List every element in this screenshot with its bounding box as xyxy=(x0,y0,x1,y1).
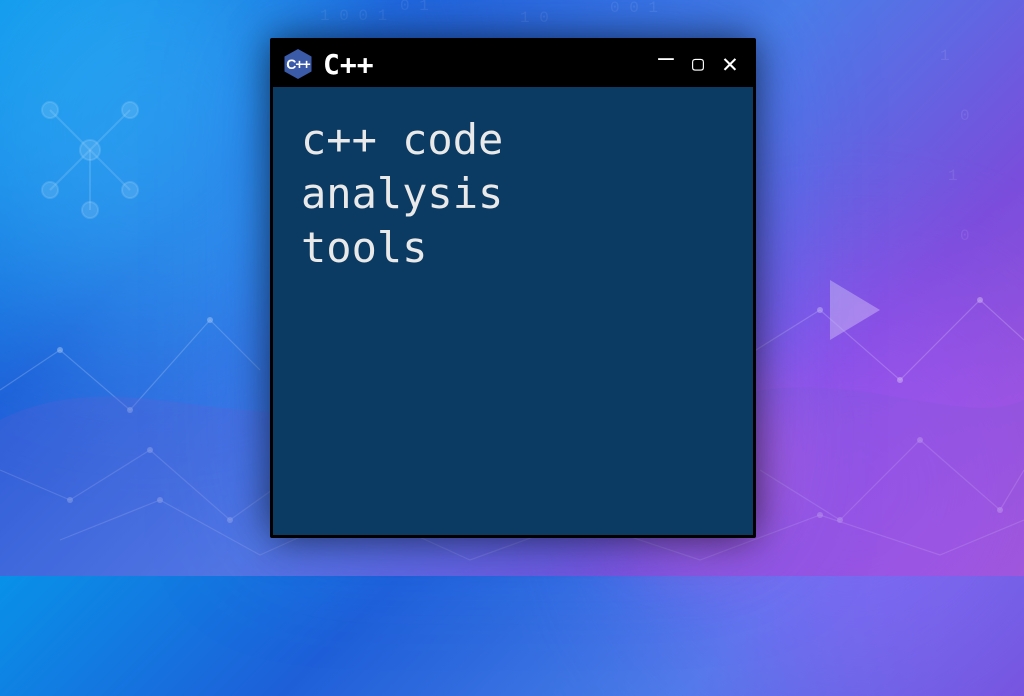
window-body: c++ code analysis tools xyxy=(273,87,753,535)
body-text: c++ code analysis tools xyxy=(301,113,725,274)
window-title: C++ xyxy=(323,48,374,81)
svg-text:0: 0 xyxy=(960,227,970,245)
svg-text:0 0 1: 0 0 1 xyxy=(610,0,658,17)
minimize-button[interactable]: – xyxy=(653,45,679,71)
svg-text:0: 0 xyxy=(960,107,970,125)
svg-text:1: 1 xyxy=(940,47,950,65)
maximize-button[interactable]: ▢ xyxy=(685,53,711,73)
app-window: C++ C++ – ▢ ✕ c++ code analysis tools xyxy=(270,38,756,538)
title-left: C++ C++ xyxy=(283,48,374,81)
svg-text:1 0: 1 0 xyxy=(520,9,549,27)
cpp-hex-badge: C++ xyxy=(283,49,313,79)
window-controls: – ▢ ✕ xyxy=(653,51,743,77)
cpp-logo-icon: C++ xyxy=(283,49,313,79)
close-button[interactable]: ✕ xyxy=(717,51,743,77)
svg-text:0 1: 0 1 xyxy=(400,0,429,15)
svg-text:1: 1 xyxy=(948,167,958,185)
titlebar[interactable]: C++ C++ – ▢ ✕ xyxy=(273,41,753,87)
